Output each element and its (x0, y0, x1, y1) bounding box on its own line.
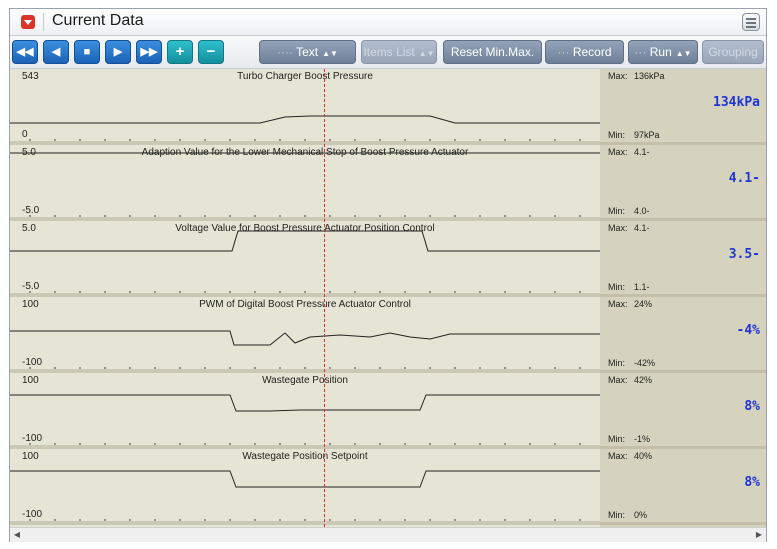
graph-panel: 100 -100 PWM of Digital Boost Pressure A… (10, 297, 766, 373)
step-back-icon: ◀ (51, 46, 61, 58)
text-dropdown-label: Text (296, 45, 319, 59)
text-dropdown[interactable]: ···· Text ▲▼ (259, 40, 356, 64)
min-value: 97kPa (634, 130, 660, 140)
plus-icon: + (175, 43, 185, 60)
max-value: 4.1- (634, 147, 650, 157)
stop-button[interactable]: ■ (74, 40, 100, 64)
play-icon: ▶ (113, 46, 123, 58)
fast-forward-button[interactable]: ▶▶ (136, 40, 162, 64)
stop-icon: ■ (83, 46, 91, 58)
current-value: 134kPa (713, 95, 760, 110)
record-label: Record (572, 45, 612, 59)
toolbar: ◀◀ ◀ ■ ▶ ▶▶ + − ···· Text ▲▼ Items List ▲▼… (10, 36, 766, 69)
dots-icon: ··· (634, 45, 650, 59)
panel-title: Wastegate Position (262, 375, 348, 386)
max-value: 42% (634, 375, 653, 385)
axis-min-label: -100 (22, 509, 43, 520)
axis-min-label: -5.0 (22, 281, 40, 292)
panel-divider (10, 521, 600, 525)
minus-icon: − (206, 43, 216, 60)
grouping-label: Grouping (708, 45, 758, 59)
min-value: 1.1- (634, 282, 650, 292)
rewind-icon: ◀◀ (16, 46, 34, 58)
max-label: Max: (608, 71, 628, 81)
items-list-dropdown[interactable]: Items List ▲▼ (361, 40, 437, 64)
panel-title: PWM of Digital Boost Pressure Actuator C… (199, 299, 411, 310)
zoom-out-button[interactable]: − (198, 40, 224, 64)
scroll-right-icon[interactable]: ▶ (754, 530, 764, 540)
max-value: 24% (634, 299, 653, 309)
max-label: Max: (608, 223, 628, 233)
items-list-label: Items List (363, 45, 415, 59)
current-value: -4% (736, 323, 760, 338)
max-value: 136kPa (634, 71, 665, 81)
rewind-button[interactable]: ◀◀ (12, 40, 38, 64)
graph-panel: 5.0 -5.0 Voltage Value for Boost Pressur… (10, 221, 766, 297)
max-label: Max: (608, 375, 628, 385)
axis-min-label: -5.0 (22, 205, 40, 216)
window-menu-icon[interactable] (21, 15, 35, 29)
axis-min-label: -100 (22, 433, 43, 444)
axis-min-label: 0 (22, 129, 28, 140)
updown-arrow-icon: ▲▼ (418, 49, 435, 58)
graph-panel: 5.0 -5.0 Adaption Value for the Lower Me… (10, 145, 766, 221)
updown-arrow-icon: ▲▼ (322, 49, 338, 58)
max-value: 40% (634, 451, 653, 461)
max-label: Max: (608, 299, 628, 309)
graph-panel: 100 -100 Wastegate Position Max: 42% 8% M… (10, 373, 766, 449)
record-button[interactable]: ··· Record (545, 40, 624, 64)
current-value: 3.5- (728, 247, 760, 262)
updown-arrow-icon: ▲▼ (675, 49, 692, 58)
panel-title: Adaption Value for the Lower Mechanical … (141, 147, 469, 158)
min-label: Min: (608, 510, 626, 520)
min-label: Min: (608, 206, 626, 216)
run-label: Run (649, 45, 672, 59)
dots-icon: ··· (557, 45, 573, 59)
graph-panel: 543 0 Turbo Charger Boost Pressure Max: 1… (10, 69, 766, 145)
panel-title: Wastegate Position Setpoint (242, 451, 368, 462)
reset-min-max-label: Reset Min.Max. (450, 45, 535, 59)
step-back-button[interactable]: ◀ (43, 40, 69, 64)
min-label: Min: (608, 282, 626, 292)
horizontal-scrollbar[interactable]: ◀ ▶ (10, 527, 766, 542)
panel-title: Voltage Value for Boost Pressure Actuato… (175, 223, 435, 234)
play-button[interactable]: ▶ (105, 40, 131, 64)
fast-forward-icon: ▶▶ (140, 46, 158, 58)
current-value: 4.1- (728, 171, 760, 186)
time-cursor-line[interactable] (324, 69, 325, 527)
current-data-window: Current Data ◀◀ ◀ ■ ▶ ▶▶ + − ···· Text ▲▼… (9, 8, 767, 542)
title-bar: Current Data (10, 9, 766, 36)
min-value: 0% (634, 510, 648, 520)
title-separator (43, 13, 44, 31)
min-label: Min: (608, 358, 626, 368)
min-label: Min: (608, 130, 626, 140)
dots-icon: ···· (277, 45, 297, 59)
window-title: Current Data (52, 12, 144, 29)
current-value: 8% (744, 399, 760, 414)
max-label: Max: (608, 451, 628, 461)
max-label: Max: (608, 147, 628, 157)
axis-min-label: -100 (22, 357, 43, 368)
reset-min-max-button[interactable]: Reset Min.Max. (443, 40, 542, 64)
hamburger-icon[interactable] (742, 13, 760, 31)
panel-title: Turbo Charger Boost Pressure (237, 71, 373, 82)
graph-panel: 100 -100 Wastegate Position Setpoint Max… (10, 449, 766, 525)
zoom-in-button[interactable]: + (167, 40, 193, 64)
grouping-button[interactable]: Grouping (702, 40, 764, 64)
min-value: 4.0- (634, 206, 650, 216)
run-dropdown[interactable]: ··· Run ▲▼ (628, 40, 698, 64)
scroll-left-icon[interactable]: ◀ (12, 530, 22, 540)
min-label: Min: (608, 434, 626, 444)
min-value: -42% (634, 358, 656, 368)
panel-side-divider (600, 522, 766, 525)
current-value: 8% (744, 475, 760, 490)
min-value: -1% (634, 434, 651, 444)
max-value: 4.1- (634, 223, 650, 233)
